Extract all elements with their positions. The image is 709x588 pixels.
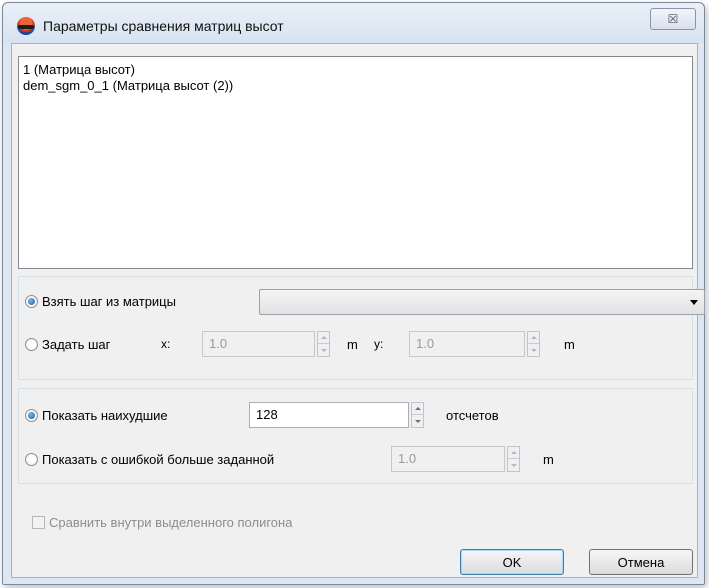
title-bar: Параметры сравнения матриц высот ☒ — [3, 3, 704, 43]
close-icon: ☒ — [667, 12, 679, 26]
worst-count-spinner[interactable] — [411, 402, 424, 428]
polygon-checkbox-label: Сравнить внутри выделенного полигона — [49, 515, 293, 530]
dialog-body: 1 (Матрица высот) dem_sgm_0_1 (Матрица в… — [11, 43, 705, 578]
worst-count-input[interactable]: 128 — [249, 402, 409, 428]
set-step-label: Задать шаг — [42, 337, 111, 352]
spin-up-icon[interactable] — [508, 447, 519, 459]
y-step-input[interactable]: 1.0 — [409, 331, 525, 357]
show-error-radio[interactable] — [25, 453, 38, 466]
matrix-list[interactable]: 1 (Матрица высот) dem_sgm_0_1 (Матрица в… — [18, 56, 693, 269]
list-item[interactable]: dem_sgm_0_1 (Матрица высот (2)) — [23, 78, 688, 94]
polygon-option[interactable]: Сравнить внутри выделенного полигона — [32, 515, 292, 530]
show-worst-option[interactable]: Показать наихудшие — [25, 408, 168, 423]
spin-up-icon[interactable] — [318, 332, 329, 344]
close-button[interactable]: ☒ — [650, 8, 696, 30]
from-matrix-label: Взять шаг из матрицы — [42, 294, 176, 309]
show-worst-radio[interactable] — [25, 409, 38, 422]
polygon-checkbox[interactable] — [32, 516, 45, 529]
x-label: x: — [161, 337, 171, 351]
chevron-down-icon — [690, 300, 698, 305]
spin-up-icon[interactable] — [412, 403, 423, 415]
error-threshold-input[interactable]: 1.0 — [391, 446, 505, 472]
show-error-option[interactable]: Показать с ошибкой больше заданной — [25, 452, 274, 467]
from-matrix-radio[interactable] — [25, 295, 38, 308]
x-step-spinner[interactable] — [317, 331, 330, 357]
matrix-select[interactable] — [259, 289, 705, 315]
app-icon — [17, 17, 35, 35]
set-step-option[interactable]: Задать шаг — [25, 337, 110, 352]
set-step-radio[interactable] — [25, 338, 38, 351]
spin-down-icon[interactable] — [528, 344, 539, 356]
list-item[interactable]: 1 (Матрица высот) — [23, 62, 688, 78]
dialog-window: Параметры сравнения матриц высот ☒ 1 (Ма… — [2, 2, 705, 585]
spin-down-icon[interactable] — [318, 344, 329, 356]
show-group: Показать наихудшие 128 отсчетов Показать… — [18, 388, 693, 484]
y-step-spinner[interactable] — [527, 331, 540, 357]
dialog-title: Параметры сравнения матриц высот — [43, 18, 284, 34]
show-worst-label: Показать наихудшие — [42, 408, 168, 423]
spin-up-icon[interactable] — [528, 332, 539, 344]
spin-down-icon[interactable] — [508, 459, 519, 471]
cancel-button[interactable]: Отмена — [589, 549, 693, 575]
step-group: Взять шаг из матрицы Задать шаг x: 1.0 m… — [18, 276, 705, 380]
spin-down-icon[interactable] — [412, 415, 423, 427]
y-unit: m — [564, 337, 575, 352]
error-threshold-spinner[interactable] — [507, 446, 520, 472]
show-error-label: Показать с ошибкой больше заданной — [42, 452, 275, 467]
x-unit: m — [347, 337, 358, 352]
worst-unit: отсчетов — [446, 408, 499, 423]
x-step-input[interactable]: 1.0 — [202, 331, 315, 357]
from-matrix-option[interactable]: Взять шаг из матрицы — [25, 294, 176, 309]
error-unit: m — [543, 452, 554, 467]
ok-button[interactable]: OK — [460, 549, 564, 575]
y-label: y: — [374, 337, 384, 351]
